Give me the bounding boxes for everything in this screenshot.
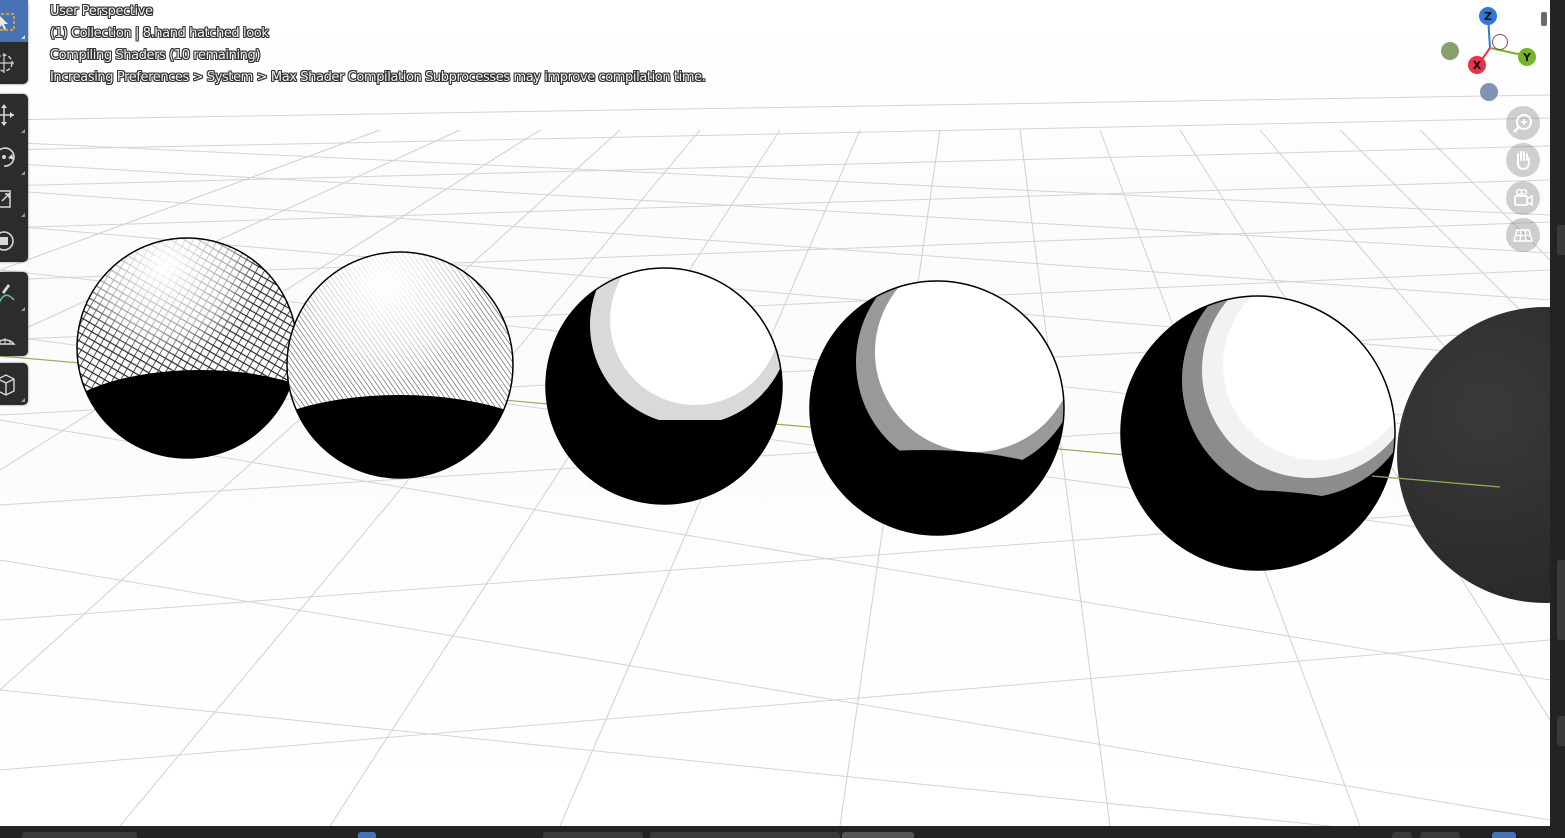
hand-pan-icon — [1516, 151, 1530, 171]
ortho-toggle-button[interactable] — [1506, 218, 1540, 252]
bottom-editor-bar — [0, 826, 1565, 838]
camera-view-button[interactable] — [1506, 181, 1540, 215]
toolbar-select-group — [0, 0, 28, 84]
mini-chip-1[interactable] — [1392, 832, 1412, 838]
cursor-tool[interactable] — [0, 42, 28, 84]
toggle-chip[interactable] — [842, 832, 914, 838]
x-axis-label: X — [1472, 58, 1482, 72]
viewport-scene — [0, 0, 1550, 826]
camera-icon — [1514, 188, 1533, 207]
select-box-tool[interactable] — [0, 0, 28, 42]
y-axis-label: Y — [1523, 50, 1531, 64]
scale-icon — [0, 190, 11, 208]
timeline-edge-tab[interactable] — [1557, 716, 1565, 746]
sidebar-toggle-tab[interactable] — [1557, 225, 1565, 255]
properties-edge-tab[interactable] — [1557, 560, 1565, 640]
collection-object-label: (1) Collection | 8.hand hatched look — [50, 26, 269, 41]
add-cube-tool[interactable] — [0, 363, 28, 405]
select-box-icon — [0, 13, 15, 31]
preferences-hint: Increasing Preferences > System > Max Sh… — [50, 70, 706, 85]
rotate-tool[interactable] — [0, 136, 28, 178]
cube-icon — [0, 374, 15, 396]
editor-type-chip[interactable] — [22, 832, 137, 838]
gizmo-neg-x-axis[interactable] — [1492, 34, 1508, 50]
mini-chip-2[interactable] — [1420, 832, 1460, 838]
shader-compile-status: Compiling Shaders (10 remaining) — [50, 48, 261, 63]
gizmo-y-axis[interactable]: Y — [1518, 48, 1536, 66]
toolbar-add-group — [0, 363, 28, 405]
dropdown-chip[interactable] — [543, 832, 643, 838]
navigation-gizmo[interactable]: Z Y X — [1432, 0, 1550, 110]
toolbar-transform-group — [0, 94, 28, 262]
mini-chip-active[interactable] — [1492, 832, 1516, 838]
annotate-tool[interactable] — [0, 272, 28, 314]
field-chip[interactable] — [650, 832, 840, 838]
measure-icon — [0, 338, 16, 345]
active-chip[interactable] — [358, 832, 376, 838]
transform-tool[interactable] — [0, 220, 28, 262]
gizmo-neg-z-axis[interactable] — [1480, 83, 1498, 101]
gizmo-z-axis[interactable]: Z — [1479, 7, 1497, 25]
measure-tool[interactable] — [0, 314, 28, 356]
move-icon — [0, 104, 14, 126]
grid-ortho-icon — [1512, 229, 1534, 242]
toolbar-annotate-group — [0, 272, 28, 356]
rotate-icon — [0, 147, 15, 167]
transform-icon — [0, 231, 14, 251]
right-region-edge — [1550, 0, 1565, 826]
pan-button[interactable] — [1506, 143, 1540, 177]
view-perspective-label: User Perspective — [50, 4, 153, 19]
3d-viewport[interactable]: User Perspective (1) Collection | 8.hand… — [0, 0, 1550, 826]
gizmo-neg-y-axis[interactable] — [1441, 42, 1459, 60]
scale-tool[interactable] — [0, 178, 28, 220]
cursor-icon — [0, 53, 14, 73]
viewport-scroll-handle[interactable] — [1541, 12, 1547, 26]
move-tool[interactable] — [0, 94, 28, 136]
annotate-icon — [0, 284, 15, 303]
zoom-button[interactable] — [1506, 106, 1540, 140]
zoom-icon — [1513, 114, 1532, 133]
z-axis-label: Z — [1484, 9, 1492, 23]
gizmo-x-axis[interactable]: X — [1468, 56, 1486, 74]
